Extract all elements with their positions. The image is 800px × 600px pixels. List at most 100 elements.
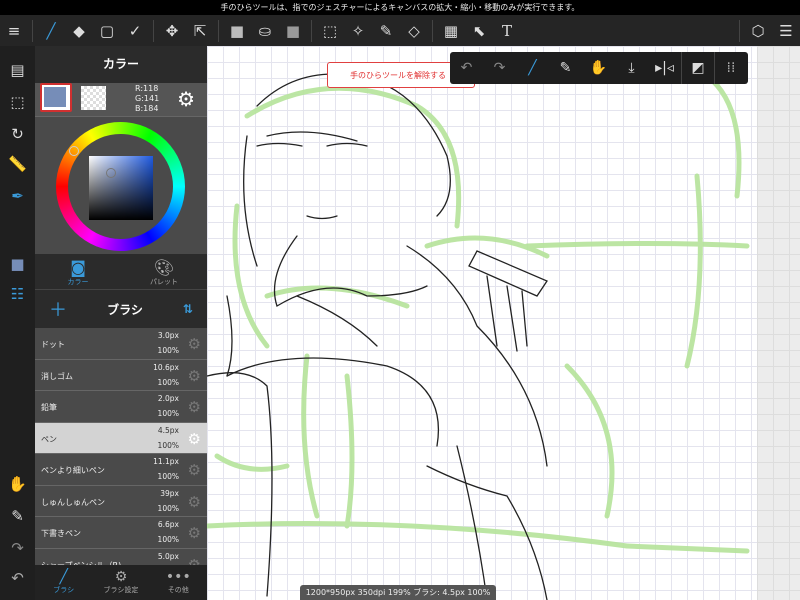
tab-palette[interactable]: 🎨︎ パレット	[121, 254, 207, 289]
brush-opacity: 100%	[157, 409, 179, 418]
green-value: G:141	[135, 94, 160, 103]
brush-item[interactable]: ペン 4.5px 100% ⚙	[35, 422, 207, 454]
save-download-icon[interactable]: ⤓	[615, 52, 648, 84]
brush-settings-gear-icon[interactable]: ⚙	[188, 524, 201, 542]
brush-settings-gear-icon[interactable]: ⚙	[188, 430, 201, 448]
quick-access-toolbar: ↶ ↷ ╱ ✎ ✋ ⤓ ▸|◃ ◩ ⁞⁞	[450, 52, 748, 84]
brush-swap-icon[interactable]: ╱	[516, 52, 549, 84]
ruler-icon[interactable]: 📏	[0, 150, 35, 178]
transform-tool-icon[interactable]: ⇱	[186, 15, 214, 46]
red-value: R:118	[135, 84, 159, 93]
text-tool-icon[interactable]: T	[493, 15, 521, 46]
color-swatch-row: R:118 G:141 B:184 ⚙	[35, 83, 207, 116]
color-panel-title: カラー	[102, 57, 139, 71]
brush-item[interactable]: 消しゴム 10.6px 100% ⚙	[35, 359, 207, 391]
side-panel: カラー R:118 G:141 B:184 ⚙ ◙ カラー 🎨︎ パレット ＋ ブラ…	[35, 46, 207, 600]
add-brush-button[interactable]: ＋	[49, 296, 67, 322]
brush-item[interactable]: シャープペンシル（R) 5.0px 100% ⚙	[35, 548, 207, 566]
brush-icon: ╱	[59, 569, 68, 585]
eraser-tool-icon[interactable]: ◆	[65, 15, 93, 46]
color-wheel-area	[35, 116, 207, 254]
brush-settings-icon: ⚙	[114, 569, 128, 585]
brush-settings-gear-icon[interactable]: ⚙	[188, 461, 201, 479]
saturation-value-square[interactable]	[89, 156, 153, 220]
brush-size: 11.1px	[153, 457, 179, 466]
magic-wand-icon[interactable]: ✧	[344, 15, 372, 46]
select-rect-icon[interactable]: ⬚	[316, 15, 344, 46]
more-icon: •••	[165, 569, 191, 585]
color-settings-gear-icon[interactable]: ⚙	[177, 87, 195, 111]
fullscreen-icon[interactable]: ◩	[681, 52, 714, 84]
brush-settings-gear-icon[interactable]: ⚙	[188, 367, 201, 385]
hand-tool-icon[interactable]: ✋	[582, 52, 615, 84]
sketch-artwork	[207, 73, 750, 600]
eyedropper-icon[interactable]: ✎	[0, 502, 35, 530]
operation-tool-icon[interactable]: ⬉	[465, 15, 493, 46]
main-color-swatch[interactable]	[40, 83, 72, 112]
brush-item[interactable]: しゅんしゅんペン 39px 100% ⚙	[35, 485, 207, 517]
brush-name: 下書きペン	[41, 529, 81, 538]
color-panel-toggle-icon[interactable]: ■	[0, 250, 35, 278]
brush-size: 5.0px	[157, 551, 179, 561]
tab-other[interactable]: ••• その他	[150, 565, 207, 600]
select-pen-icon[interactable]: ✎	[372, 15, 400, 46]
brush-opacity: 100%	[157, 377, 179, 387]
gradient-tool-icon[interactable]: ■	[279, 15, 307, 46]
brush-settings-gear-icon[interactable]: ⚙	[188, 335, 201, 353]
bucket-tool-icon[interactable]: ⛀	[251, 15, 279, 46]
brush-name: ペンより細いペン	[41, 466, 105, 475]
color-tab-icon: ◙	[70, 258, 86, 277]
brush-size: 3.0px	[157, 331, 179, 340]
brush-settings-gear-icon[interactable]: ⚙	[188, 493, 201, 511]
3d-material-icon[interactable]: ⬡	[744, 15, 772, 46]
eyedropper-icon[interactable]: ✎	[549, 52, 582, 84]
undo-icon[interactable]: ↶	[0, 564, 35, 592]
transparent-color-swatch[interactable]	[81, 86, 106, 110]
main-toolbar: ≡ ╱ ◆ ▢ ✓ ✥ ⇱ ■ ⛀ ■ ⬚ ✧ ✎ ◇ ▦ ⬉ T ⬡ ☰	[0, 15, 800, 46]
snap-tool-icon[interactable]: ✓	[121, 15, 149, 46]
flip-horizontal-icon[interactable]: ▸|◃	[648, 52, 681, 84]
brush-size: 4.5px	[157, 425, 179, 435]
menu-icon[interactable]: ≡	[0, 15, 28, 46]
grid-menu-icon[interactable]: ⁞⁞	[714, 52, 747, 84]
move-tool-icon[interactable]: ✥	[158, 15, 186, 46]
brush-list: ドット 3.0px 100% ⚙ 消しゴム 10.6px 100% ⚙ 鉛筆 2.0…	[35, 328, 207, 566]
canvas-outside-area	[757, 46, 800, 600]
brush-tool-icon[interactable]: ╱	[37, 15, 65, 46]
hand-tool-icon[interactable]: ✋	[0, 470, 35, 498]
brush-name: 鉛筆	[41, 403, 57, 412]
brush-settings-gear-icon[interactable]: ⚙	[188, 398, 201, 416]
brush-list-toggle-icon[interactable]: ☷	[0, 280, 35, 308]
undo-icon[interactable]: ↶	[450, 52, 483, 84]
rotate-icon[interactable]: ↻	[0, 120, 35, 148]
sort-brush-icon[interactable]: ⇅	[183, 302, 193, 316]
brush-name: しゅんしゅんペン	[41, 497, 105, 507]
brush-item[interactable]: 下書きペン 6.6px 100% ⚙	[35, 517, 207, 549]
pen-pressure-icon[interactable]: ✒	[0, 182, 35, 210]
document-icon[interactable]: ▤	[0, 56, 35, 84]
brush-item[interactable]: 鉛筆 2.0px 100% ⚙	[35, 391, 207, 423]
select-eraser-icon[interactable]: ◇	[400, 15, 428, 46]
tab-brush-settings[interactable]: ⚙ ブラシ設定	[92, 565, 149, 600]
layers-icon[interactable]: ☰	[772, 15, 800, 46]
fill-color-icon[interactable]: ■	[223, 15, 251, 46]
selection-layer-icon[interactable]: ⬚	[0, 88, 35, 116]
drawing-canvas[interactable]	[207, 46, 757, 600]
brush-opacity: 100%	[157, 472, 179, 481]
status-bar: 1200*950px 350dpi 199% ブラシ: 4.5px 100%	[300, 585, 496, 600]
brush-name: ペン	[41, 434, 57, 444]
sv-handle[interactable]	[106, 168, 116, 178]
redo-icon[interactable]: ↷	[483, 52, 516, 84]
brush-item[interactable]: ドット 3.0px 100% ⚙	[35, 328, 207, 360]
brush-item[interactable]: ペンより細いペン 11.1px 100% ⚙	[35, 454, 207, 486]
tab-brush[interactable]: ╱ ブラシ	[35, 565, 92, 600]
brush-opacity: 100%	[157, 440, 179, 450]
shape-tool-icon[interactable]: ▢	[93, 15, 121, 46]
frame-tool-icon[interactable]: ▦	[437, 15, 465, 46]
hint-message: 手のひらツールは、指でのジェスチャーによるキャンバスの拡大・縮小・移動のみが実行…	[0, 0, 800, 15]
tab-color[interactable]: ◙ カラー	[35, 254, 121, 289]
brush-name: 消しゴム	[41, 371, 73, 381]
blue-value: B:184	[135, 104, 159, 113]
hue-handle[interactable]	[69, 146, 79, 156]
redo-icon[interactable]: ↷	[0, 534, 35, 562]
